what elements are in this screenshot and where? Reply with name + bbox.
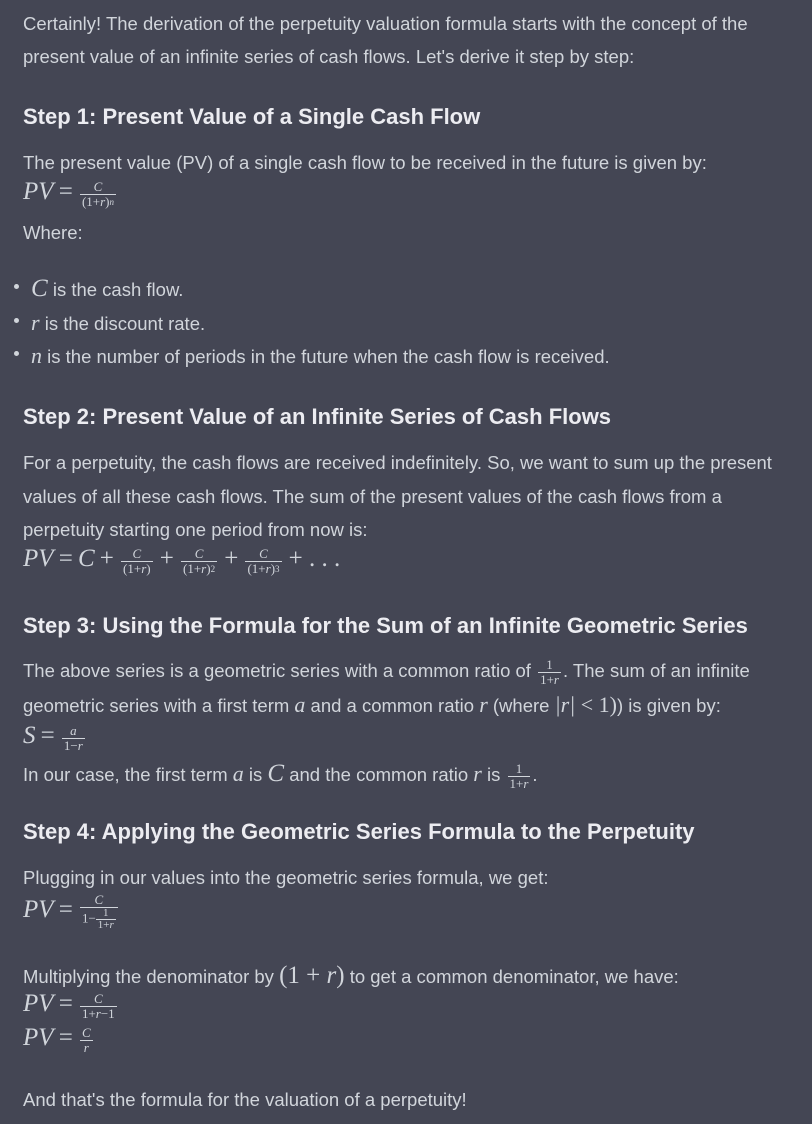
step2-line-2: values of all these cash flows. The sum …	[23, 486, 722, 507]
formula-geometric-sum: S = a 1−r	[23, 722, 85, 753]
fraction: 1 1+r	[95, 907, 116, 931]
fraction: C (1+r)n	[79, 178, 117, 209]
fraction: C 1− 1 1+r	[79, 893, 118, 931]
step3-line-2: geometric series with a first term a and…	[23, 692, 721, 717]
step2-heading: Step 2: Present Value of an Infinite Ser…	[23, 404, 612, 429]
list-item: n is the number of periods in the future…	[31, 343, 610, 368]
fraction: 1 1+r	[538, 656, 561, 687]
intro-line-2: present value of an infinite series of c…	[23, 46, 635, 67]
step3-heading: Step 3: Using the Formula for the Sum of…	[23, 613, 748, 638]
conclusion: And that's the formula for the valuation…	[23, 1089, 467, 1110]
fraction: C (1+r)2	[180, 545, 218, 576]
intro-line-1: Certainly! The derivation of the perpetu…	[23, 13, 748, 34]
step4-text: Plugging in our values into the geometri…	[23, 867, 549, 888]
fraction: C 1+r−1	[79, 990, 117, 1021]
step1-where: Where:	[23, 222, 83, 243]
formula-pv-series: PV = C + C (1+r) + C (1+r)2 + C (1+r)3 + . …	[23, 545, 341, 576]
list-item: C is the cash flow.	[31, 275, 184, 302]
formula-pv-single: PV = C (1+r)n	[23, 178, 117, 209]
step4-multiply: Multiplying the denominator by (1 + r) t…	[23, 962, 679, 989]
fraction: a 1−r	[61, 722, 85, 753]
fraction: 1 1+r	[507, 760, 531, 791]
step2-line-3: perpetuity starting one period from now …	[23, 519, 368, 540]
formula-pv-common-denominator: PV = C 1+r−1	[23, 990, 117, 1021]
step1-text: The present value (PV) of a single cash …	[23, 152, 707, 173]
bullet-icon	[14, 351, 19, 356]
bullet-icon	[14, 284, 19, 289]
bullet-icon	[14, 318, 19, 323]
step1-heading: Step 1: Present Value of a Single Cash F…	[23, 104, 481, 129]
chat-response: Certainly! The derivation of the perpetu…	[0, 0, 812, 1124]
step2-line-1: For a perpetuity, the cash flows are rec…	[23, 452, 772, 473]
fraction: C (1+r)	[121, 545, 153, 576]
list-item: r is the discount rate.	[31, 310, 206, 335]
step3-case: In our case, the first term a is C and t…	[23, 760, 538, 791]
formula-pv-substituted: PV = C 1− 1 1+r	[23, 893, 120, 931]
formula-pv-final: PV = Cr	[23, 1024, 93, 1055]
fraction: C (1+r)3	[245, 545, 282, 576]
fraction: Cr	[79, 1024, 93, 1055]
step4-heading: Step 4: Applying the Geometric Series Fo…	[23, 819, 695, 844]
step3-line-1: The above series is a geometric series w…	[23, 656, 750, 687]
